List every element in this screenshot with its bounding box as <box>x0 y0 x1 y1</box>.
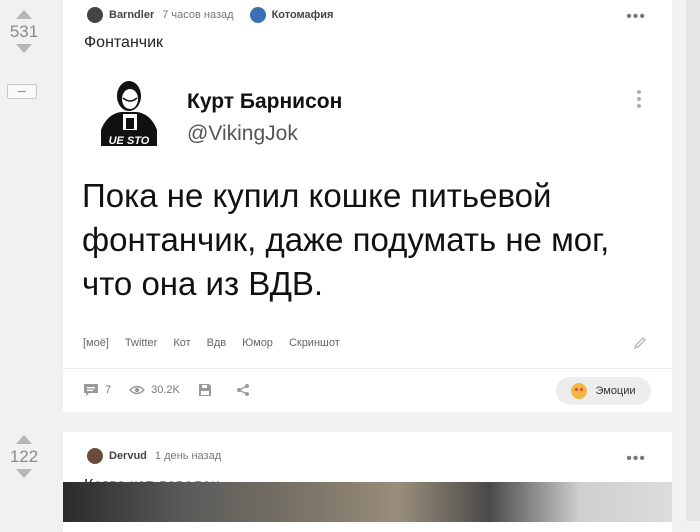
post-time[interactable]: 1 день назад <box>155 450 221 462</box>
rating-count: 531 <box>9 22 39 41</box>
author-name[interactable]: Barndler <box>109 9 154 21</box>
collapse-button[interactable] <box>7 84 37 99</box>
eye-icon <box>129 385 146 395</box>
vote-column: 122 <box>0 435 48 478</box>
story-meta: Dervud 1 день назад <box>87 448 237 464</box>
tweet-avatar: UE STO <box>93 74 165 146</box>
author-avatar[interactable] <box>87 7 103 23</box>
story-actions: 7 30.2K <box>83 383 274 397</box>
edit-pencil-icon[interactable] <box>633 336 647 350</box>
avatar-caption: UE STO <box>109 135 150 146</box>
views-indicator: 30.2K <box>129 384 180 396</box>
story-meta: Barndler 7 часов назад Котомафия <box>87 7 333 23</box>
more-menu-icon[interactable]: ••• <box>626 451 646 467</box>
comments-button[interactable]: 7 <box>83 383 111 397</box>
tweet-more-icon <box>637 90 641 111</box>
tag-item[interactable]: Юмор <box>242 337 273 349</box>
tag-item[interactable]: Вдв <box>207 337 226 349</box>
author-name[interactable]: Dervud <box>109 450 147 462</box>
tag-item[interactable]: Кот <box>173 337 190 349</box>
upvote-button[interactable] <box>16 435 32 444</box>
share-button[interactable] <box>236 383 256 397</box>
emotions-button[interactable]: Эмоции <box>556 377 651 405</box>
tag-item[interactable]: [моё] <box>83 337 109 349</box>
more-menu-icon[interactable]: ••• <box>626 9 646 25</box>
comment-icon <box>84 384 98 396</box>
tweet-author-name: Курт Барнисон <box>187 90 343 113</box>
tweet-handle: @VikingJok <box>187 122 298 145</box>
story-title[interactable]: Фонтанчик <box>84 34 163 52</box>
views-count: 30.2K <box>151 384 180 396</box>
save-icon <box>198 384 211 396</box>
story-card: Barndler 7 часов назад Котомафия ••• Фон… <box>63 0 672 412</box>
vote-column: 531 <box>0 10 48 53</box>
emotions-label: Эмоции <box>595 385 636 397</box>
downvote-button[interactable] <box>16 469 32 478</box>
community-icon[interactable] <box>249 7 266 23</box>
tweet-text: Пока не купил кошке питьевой фонтанчик, … <box>82 177 610 302</box>
upvote-button[interactable] <box>16 10 32 19</box>
post-time[interactable]: 7 часов назад <box>162 9 233 21</box>
page-edge <box>686 0 700 521</box>
story-image[interactable] <box>63 482 672 522</box>
tag-list: [моё] Twitter Кот Вдв Юмор Скриншот <box>83 337 356 349</box>
author-avatar[interactable] <box>87 448 103 464</box>
tag-item[interactable]: Twitter <box>125 337 157 349</box>
divider <box>63 368 672 369</box>
tag-item[interactable]: Скриншот <box>289 337 340 349</box>
tweet-screenshot: UE STO Курт Барнисон @VikingJok Пока не … <box>63 60 672 302</box>
story-card: Dervud 1 день назад ••• Когда кот доволе… <box>63 432 672 532</box>
save-button[interactable] <box>198 383 218 397</box>
downvote-button[interactable] <box>16 44 32 53</box>
community-name[interactable]: Котомафия <box>272 9 334 21</box>
emotion-face-icon <box>571 383 588 399</box>
share-icon <box>236 384 249 396</box>
rating-count: 122 <box>9 447 39 466</box>
comments-count: 7 <box>105 384 112 396</box>
